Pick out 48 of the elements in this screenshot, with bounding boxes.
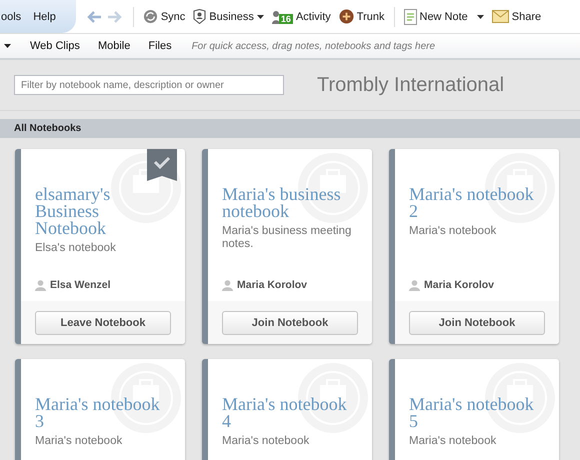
owner-name: Elsa Wenzel — [50, 279, 110, 291]
shortcuts-hint: For quick access, drag notes, notebooks and tags here — [192, 40, 436, 52]
person-icon — [35, 280, 46, 290]
shortcut-item[interactable]: Web Clips — [30, 40, 80, 52]
notebook-description: Maria's notebook — [35, 435, 124, 448]
toolbar-button[interactable]: Trunk — [334, 9, 388, 24]
filter-field[interactable]: Filter by notebook name, description or owner — [14, 75, 284, 95]
notebook-description: Maria's notebook — [409, 435, 498, 448]
notebook-action-button[interactable]: Join Notebook — [222, 310, 358, 334]
notebook-card[interactable]: Maria's notebook 5 Maria's notebook — [389, 359, 559, 460]
caret-icon[interactable] — [4, 44, 11, 48]
person-icon — [272, 10, 280, 24]
note-icon — [404, 8, 416, 24]
notebook-description: Maria's notebook — [409, 225, 498, 238]
section-header: All Notebooks — [0, 119, 580, 138]
activity-count-badge: 16 — [278, 14, 293, 24]
notebook-action-button[interactable]: Leave Notebook — [35, 310, 171, 334]
toolbar-button[interactable]: Sync — [138, 9, 190, 24]
badge-person-icon — [193, 9, 206, 24]
owner-name: Maria Korolov — [237, 279, 308, 291]
toolbar-button[interactable]: Business — [189, 9, 268, 24]
forward-icon[interactable] — [106, 10, 123, 24]
caret-icon — [476, 14, 484, 18]
envelope-icon — [492, 10, 509, 23]
person-icon — [222, 280, 233, 290]
notebook-description: Maria's notebook — [222, 435, 310, 448]
toolbar-button[interactable]: New Note — [400, 8, 488, 24]
notebook-action-button[interactable]: Join Notebook — [409, 310, 545, 334]
notebook-description: Maria's business meeting notes. — [222, 225, 352, 251]
shortcut-item[interactable]: Files — [148, 40, 172, 52]
business-name: Trombly International — [317, 74, 504, 96]
notebook-card[interactable]: Maria's business notebook Maria's business meeting notes. Maria Korolov Join Notebook — [202, 149, 372, 344]
toolbar-button[interactable]: Share — [488, 10, 546, 23]
menu-item[interactable]: Help — [33, 10, 68, 22]
shortcut-item[interactable]: Mobile — [98, 40, 130, 52]
menu-item[interactable]: ools — [1, 10, 34, 22]
owner-name: Maria Korolov — [424, 279, 494, 291]
notebook-description: Elsa's notebook — [35, 242, 117, 255]
toolbar-button[interactable]: 16 Activity — [268, 10, 335, 24]
back-icon[interactable] — [86, 10, 102, 24]
notebook-card[interactable]: elsamary's Business Notebook Elsa's notebook Elsa Wenzel Leave Notebook — [15, 149, 185, 344]
notebook-card[interactable]: Maria's notebook 2 Maria's notebook Maria Korolov Join Notebook — [389, 149, 559, 344]
caret-icon — [256, 14, 264, 18]
trunk-icon — [338, 9, 354, 24]
person-icon — [409, 280, 420, 290]
sync-icon — [142, 9, 158, 24]
notebook-card[interactable]: Maria's notebook 3 Maria's notebook — [15, 359, 185, 460]
notebook-card[interactable]: Maria's notebook 4 Maria's notebook — [202, 359, 372, 460]
